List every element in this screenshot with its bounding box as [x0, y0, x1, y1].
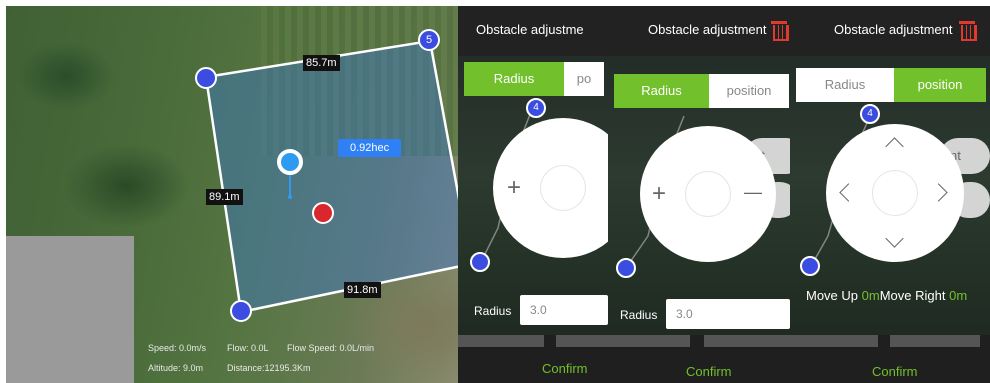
edge-length-top: 85.7m: [303, 55, 340, 71]
move-left-arrow-icon[interactable]: [839, 183, 858, 202]
boundary-vertex[interactable]: [195, 67, 217, 89]
confirm-button[interactable]: Confirm: [872, 364, 918, 379]
stat-altitude: Altitude: 9.0m: [148, 363, 204, 373]
obstacle-marker[interactable]: [312, 202, 334, 224]
obstacle-panel-position: Obstacle adjustment 4 nt Radius position…: [790, 6, 990, 383]
radius-input[interactable]: 3.0: [520, 295, 608, 325]
obstacle-panel-radius-1: Obstacle adjustme 4 Radius po + Radius 3…: [458, 6, 608, 383]
bottom-bar: Confirm: [608, 335, 790, 383]
tab-radius[interactable]: Radius: [796, 68, 894, 102]
waypoint-vertex[interactable]: [616, 258, 636, 278]
joystick-center: [685, 171, 731, 217]
bottom-bar: Confirm: [458, 335, 608, 383]
joystick-center: [540, 165, 586, 211]
boundary-vertex-5[interactable]: 5: [418, 29, 440, 51]
radius-label: Radius: [620, 308, 658, 322]
bottom-bar: Confirm: [790, 335, 990, 383]
radius-joystick[interactable]: + —: [640, 126, 776, 262]
move-down-arrow-icon[interactable]: [885, 229, 904, 248]
area-badge: 0.92hec: [338, 139, 402, 157]
edge-length-bottom: 91.8m: [344, 282, 381, 298]
edge-length-left: 89.1m: [206, 189, 243, 205]
bar-button[interactable]: [608, 335, 690, 347]
radius-label: Radius: [474, 304, 512, 318]
waypoint-vertex-4[interactable]: 4: [526, 98, 546, 118]
move-up-value: 0m: [861, 288, 880, 303]
stat-distance: Distance:12195.3Km: [227, 363, 311, 373]
bar-button[interactable]: [556, 335, 608, 347]
tab-position[interactable]: position: [709, 74, 789, 108]
obstacle-panel-radius-2: Obstacle adjustment nt Radius position +…: [608, 6, 790, 383]
confirm-button[interactable]: Confirm: [542, 361, 588, 376]
move-up-arrow-icon[interactable]: [885, 137, 904, 156]
tab-position[interactable]: po: [564, 62, 604, 96]
bar-button[interactable]: [704, 335, 790, 347]
mode-tabs: Radius position: [796, 68, 986, 102]
bar-button[interactable]: [458, 335, 544, 347]
move-up-label: Move Up: [806, 288, 859, 303]
location-pin-icon[interactable]: [277, 149, 303, 175]
tab-radius[interactable]: Radius: [464, 62, 564, 96]
joystick-center: [872, 170, 918, 216]
move-right-arrow-icon[interactable]: [929, 183, 948, 202]
move-right-label: Move Right: [879, 288, 946, 303]
waypoint-vertex[interactable]: [800, 256, 820, 276]
move-readout: Move Up 0mMove Right 0m: [806, 288, 967, 303]
bar-button[interactable]: [890, 335, 980, 347]
radius-increase-button[interactable]: +: [652, 182, 666, 206]
tab-position[interactable]: position: [894, 68, 986, 102]
location-pin-stem: [289, 175, 291, 197]
stat-flow-speed: Flow Speed: 0.0L/min: [287, 343, 375, 353]
tab-radius[interactable]: Radius: [614, 74, 709, 108]
radius-increase-button[interactable]: +: [507, 176, 521, 200]
radius-decrease-button[interactable]: —: [744, 180, 762, 204]
position-joystick[interactable]: [826, 124, 964, 262]
waypoint-vertex[interactable]: [470, 252, 490, 272]
map-view[interactable]: 85.7m 89.1m 91.8m 0.92hec 5 Speed: 0.0m/…: [6, 6, 458, 383]
radius-input[interactable]: 3.0: [666, 299, 790, 329]
mode-tabs: Radius po: [464, 62, 604, 96]
mode-tabs: Radius position: [614, 74, 789, 108]
confirm-button[interactable]: Confirm: [686, 364, 732, 379]
stat-speed: Speed: 0.0m/s: [148, 343, 207, 353]
bar-button[interactable]: [790, 335, 878, 347]
waypoint-vertex-4[interactable]: 4: [860, 104, 880, 124]
move-right-value: 0m: [949, 288, 968, 303]
stat-flow: Flow: 0.0L: [227, 343, 269, 353]
boundary-vertex[interactable]: [230, 300, 252, 322]
location-pin-point: [288, 195, 292, 199]
